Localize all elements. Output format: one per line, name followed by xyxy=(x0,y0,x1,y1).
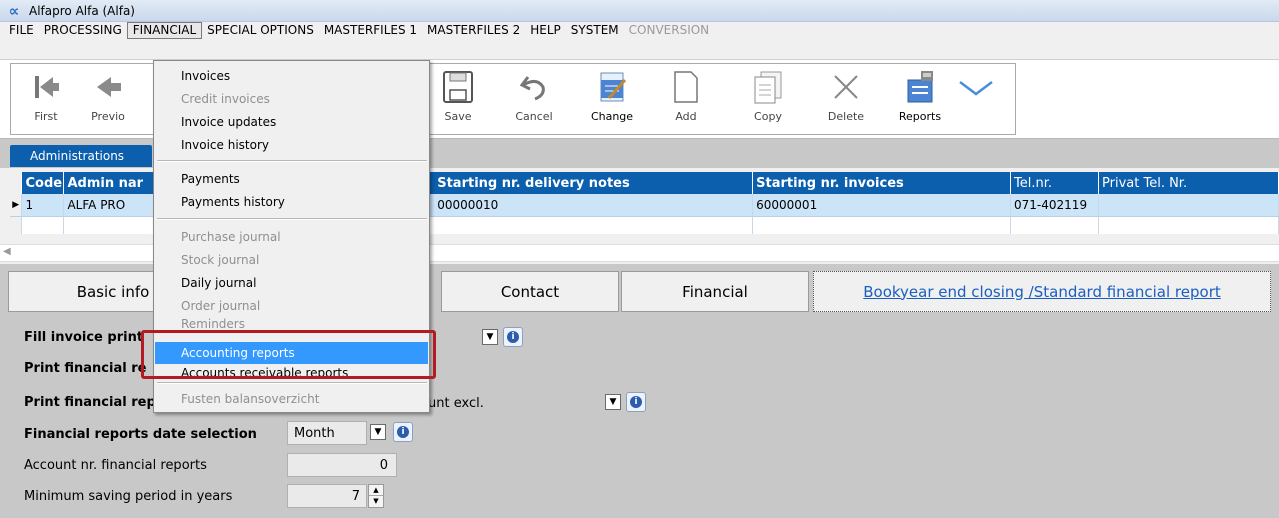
delete-button[interactable]: Delete xyxy=(811,68,881,132)
account-nr-label: Account nr. financial reports xyxy=(24,458,207,473)
account-nr-input[interactable]: 0 xyxy=(287,453,397,477)
tab-financial[interactable]: Financial xyxy=(621,271,809,312)
menu-item-invoice-history[interactable]: Invoice history xyxy=(155,134,428,156)
chevron-down-icon xyxy=(951,68,1001,106)
menu-item-invoices[interactable]: Invoices xyxy=(155,65,428,87)
first-icon xyxy=(11,68,81,106)
menu-masterfiles-1[interactable]: MASTERFILES 1 xyxy=(319,22,422,39)
print-financial-reports-2-label: Print financial rep xyxy=(24,395,156,410)
undo-icon xyxy=(499,68,569,106)
cell-privat-tel[interactable] xyxy=(1098,194,1279,217)
min-saving-stepper[interactable]: ▲ ▼ xyxy=(368,484,384,508)
more-button[interactable] xyxy=(951,68,1001,132)
column-header-code[interactable]: Code xyxy=(21,172,65,194)
menu-conversion[interactable]: CONVERSION xyxy=(624,22,715,39)
tab-contact[interactable]: Contact xyxy=(441,271,619,312)
save-icon xyxy=(423,68,493,106)
window-title: Alfapro Alfa (Alfa) xyxy=(29,3,135,18)
menu-item-payments-history[interactable]: Payments history xyxy=(155,191,428,213)
menu-item-daily-journal[interactable]: Daily journal xyxy=(155,272,428,294)
cell-invoices[interactable]: 60000001 xyxy=(752,194,1012,217)
print-financial-reports-2-select[interactable]: unt excl. xyxy=(400,391,620,415)
stepper-down-icon[interactable]: ▼ xyxy=(369,496,383,507)
column-header-invoices[interactable]: Starting nr. invoices xyxy=(752,172,1012,194)
change-button[interactable]: Change xyxy=(577,68,647,132)
previous-button[interactable]: Previo xyxy=(73,68,143,132)
menu-item-invoice-updates[interactable]: Invoice updates xyxy=(155,111,428,133)
first-button[interactable]: First xyxy=(11,68,81,132)
cell-code[interactable]: 1 xyxy=(21,194,65,217)
row-indicator-icon: ▶ xyxy=(10,194,23,217)
column-header-privat-tel[interactable]: Privat Tel. Nr. xyxy=(1098,172,1279,194)
print-financial-reports-label: Print financial re xyxy=(24,361,147,376)
save-button[interactable]: Save xyxy=(423,68,493,132)
menu-file[interactable]: FILE xyxy=(4,22,39,39)
menu-bar: FILE PROCESSING FINANCIAL SPECIAL OPTION… xyxy=(0,22,1279,59)
stepper-up-icon[interactable]: ▲ xyxy=(369,485,383,496)
menu-financial[interactable]: FINANCIAL xyxy=(126,22,203,39)
menu-processing[interactable]: PROCESSING xyxy=(39,22,127,39)
menu-item-order-journal[interactable]: Order journal xyxy=(155,295,428,317)
fill-invoice-label: Fill invoice print xyxy=(24,330,144,345)
app-logo-icon: ∝ xyxy=(8,1,20,20)
reports-button[interactable]: Reports xyxy=(885,68,955,132)
menu-item-fusten-balansoverzicht[interactable]: Fusten balansoverzicht xyxy=(155,388,428,410)
date-selection-label: Financial reports date selection xyxy=(24,427,257,442)
menu-item-purchase-journal[interactable]: Purchase journal xyxy=(155,226,428,248)
column-header-tel[interactable]: Tel.nr. xyxy=(1010,172,1100,194)
copy-icon xyxy=(733,68,803,106)
column-header-delivery-notes[interactable]: Starting nr. delivery notes xyxy=(426,172,754,194)
menu-item-payments[interactable]: Payments xyxy=(155,168,428,190)
scroll-left-icon[interactable]: ◀ xyxy=(3,246,11,257)
date-selection-info-icon[interactable]: i xyxy=(393,422,413,442)
printer-icon xyxy=(885,68,955,106)
cell-delivery-notes[interactable]: 00000010 xyxy=(426,194,754,217)
date-selection-dropdown-icon[interactable]: ▼ xyxy=(370,424,386,440)
cancel-button[interactable]: Cancel xyxy=(499,68,569,132)
menu-item-reminders[interactable]: Reminders xyxy=(155,318,428,330)
previous-icon xyxy=(73,68,143,106)
new-document-icon xyxy=(651,68,721,106)
delete-x-icon xyxy=(811,68,881,106)
menu-separator xyxy=(157,160,427,162)
tab-bookyear-end-closing[interactable]: Bookyear end closing /Standard financial… xyxy=(813,271,1271,312)
menu-separator xyxy=(157,382,427,384)
menu-separator xyxy=(157,218,427,220)
fill-invoice-dropdown-icon[interactable]: ▼ xyxy=(482,329,498,345)
menu-help[interactable]: HELP xyxy=(525,22,566,39)
date-selection-select[interactable]: Month xyxy=(287,421,367,445)
add-button[interactable]: Add xyxy=(651,68,721,132)
copy-button[interactable]: Copy xyxy=(733,68,803,132)
menu-special-options[interactable]: SPECIAL OPTIONS xyxy=(202,22,319,39)
menu-item-stock-journal[interactable]: Stock journal xyxy=(155,249,428,271)
row-indicator-header xyxy=(10,172,23,194)
menu-masterfiles-2[interactable]: MASTERFILES 2 xyxy=(422,22,525,39)
highlight-callout-box xyxy=(141,330,436,379)
print-financial-dropdown-icon[interactable]: ▼ xyxy=(605,394,621,410)
min-saving-input[interactable]: 7 xyxy=(287,484,367,508)
fill-invoice-info-icon[interactable]: i xyxy=(503,327,523,347)
title-bar: ∝ Alfapro Alfa (Alfa) xyxy=(0,0,1279,22)
menu-item-credit-invoices[interactable]: Credit invoices xyxy=(155,88,428,110)
cell-tel[interactable]: 071-402119 xyxy=(1010,194,1100,217)
min-saving-label: Minimum saving period in years xyxy=(24,489,233,504)
print-financial-info-icon[interactable]: i xyxy=(626,392,646,412)
menu-system[interactable]: SYSTEM xyxy=(566,22,624,39)
tab-administrations[interactable]: Administrations xyxy=(10,145,152,167)
edit-document-icon xyxy=(577,68,647,106)
